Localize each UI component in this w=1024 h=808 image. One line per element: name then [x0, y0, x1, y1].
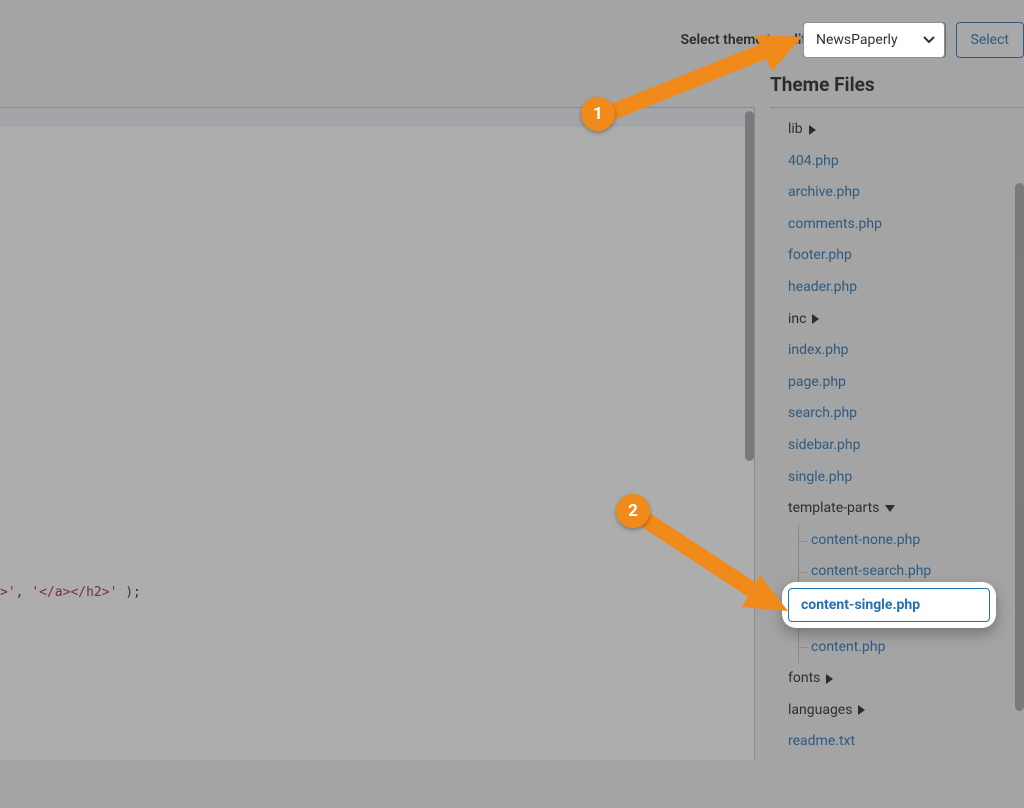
file-archive[interactable]: archive.php [788, 177, 1024, 209]
sidebar-scrollbar[interactable] [1015, 183, 1024, 711]
folder-lib[interactable]: lib [788, 114, 1024, 146]
annotation-badge-2: 2 [616, 494, 650, 528]
file-footer[interactable]: footer.php [788, 240, 1024, 272]
file-comments[interactable]: comments.php [788, 209, 1024, 241]
file-content-search[interactable]: content-search.php [799, 556, 1024, 588]
triangle-down-icon [885, 505, 895, 512]
code-editor[interactable]: >', '</a></h2>' ); [0, 107, 755, 760]
theme-select-dropdown[interactable]: NewsPaperly [820, 22, 946, 58]
folder-languages[interactable]: languages [788, 695, 1024, 727]
highlight-file-content-single[interactable]: content-single.php [788, 588, 990, 622]
triangle-right-icon [809, 125, 816, 135]
file-index[interactable]: index.php [788, 335, 1024, 367]
file-header[interactable]: header.php [788, 272, 1024, 304]
page-root: Select theme to edit: NewsPaperly Select… [0, 0, 1024, 808]
editor-active-line [0, 108, 754, 127]
select-theme-label: Select theme to edit: [680, 32, 809, 48]
file-sidebar[interactable]: sidebar.php [788, 430, 1024, 462]
triangle-right-icon [826, 674, 833, 684]
triangle-right-icon [812, 314, 819, 324]
file-tree: lib 404.php archive.php comments.php foo… [770, 108, 1024, 760]
editor-scrollbar[interactable] [745, 111, 754, 461]
file-search[interactable]: search.php [788, 398, 1024, 430]
folder-inc[interactable]: inc [788, 304, 1024, 336]
file-404[interactable]: 404.php [788, 146, 1024, 178]
folder-template-parts[interactable]: template-parts [788, 493, 1024, 525]
annotation-badge-1: 1 [581, 97, 615, 131]
code-line: >', '</a></h2>' ); [0, 585, 141, 600]
triangle-right-icon [858, 705, 865, 715]
file-content[interactable]: content.php [799, 632, 1024, 664]
file-page[interactable]: page.php [788, 367, 1024, 399]
chevron-down-icon [923, 33, 937, 47]
theme-files-heading: Theme Files [770, 73, 875, 96]
theme-files-sidebar: lib 404.php archive.php comments.php foo… [770, 107, 1024, 760]
file-readme[interactable]: readme.txt [788, 726, 1024, 758]
file-single[interactable]: single.php [788, 462, 1024, 494]
theme-selected-value: NewsPaperly [833, 32, 915, 48]
select-button[interactable]: Select [956, 22, 1024, 58]
folder-fonts[interactable]: fonts [788, 663, 1024, 695]
file-content-none[interactable]: content-none.php [799, 525, 1024, 557]
